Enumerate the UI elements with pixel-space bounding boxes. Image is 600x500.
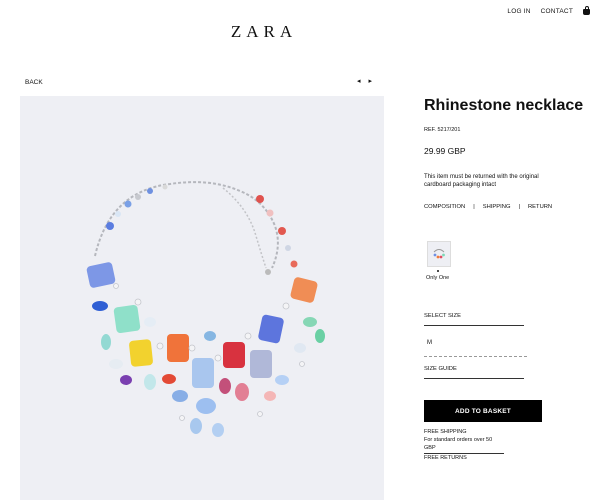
product-price: 29.99 GBP [424, 146, 466, 156]
next-arrow-icon[interactable]: ▸ [369, 77, 373, 85]
free-returns-label: FREE RETURNS [424, 455, 467, 461]
back-link[interactable]: BACK [25, 79, 43, 86]
necklace-image [86, 181, 325, 437]
variant-label: Only One [426, 275, 450, 281]
product-image[interactable] [20, 96, 384, 500]
composition-link[interactable]: COMPOSITION [424, 204, 465, 210]
return-note: This item must be returned with the orig… [424, 174, 539, 188]
info-tabs: COMPOSITION | SHIPPING | RETURN [424, 204, 594, 210]
add-to-basket-button[interactable]: ADD TO BASKET [424, 400, 542, 422]
separator: | [518, 204, 520, 210]
free-shipping-label: FREE SHIPPING [424, 429, 467, 435]
product-navigation: ◂ ▸ [357, 77, 372, 85]
select-size-dropdown[interactable]: SELECT SIZE [424, 313, 524, 326]
product-info: Rhinestone necklace REF. 5217/201 29.99 … [424, 98, 594, 462]
top-links: LOG IN CONTACT [507, 5, 590, 15]
size-option[interactable]: M [424, 340, 527, 357]
variant-thumbnail[interactable] [427, 241, 451, 267]
contact-link[interactable]: CONTACT [541, 8, 573, 15]
product-title: Rhinestone necklace [424, 97, 584, 114]
shopping-bag-icon[interactable] [583, 5, 590, 15]
previous-arrow-icon[interactable]: ◂ [357, 77, 361, 85]
shipping-info: FREE SHIPPING For standard orders over 5… [424, 428, 594, 462]
selected-variant-dot [437, 270, 439, 272]
shipping-condition: For standard orders over 50 GBP [424, 436, 504, 454]
login-link[interactable]: LOG IN [507, 8, 530, 15]
return-link[interactable]: RETURN [528, 204, 552, 210]
necklace-thumbnail-icon [433, 249, 445, 259]
product-reference: REF. 5217/201 [424, 127, 461, 133]
separator: | [473, 204, 475, 210]
size-guide-link[interactable]: SIZE GUIDE [424, 366, 524, 379]
zara-logo[interactable]: ZARA [0, 22, 528, 42]
shipping-link[interactable]: SHIPPING [483, 204, 511, 210]
